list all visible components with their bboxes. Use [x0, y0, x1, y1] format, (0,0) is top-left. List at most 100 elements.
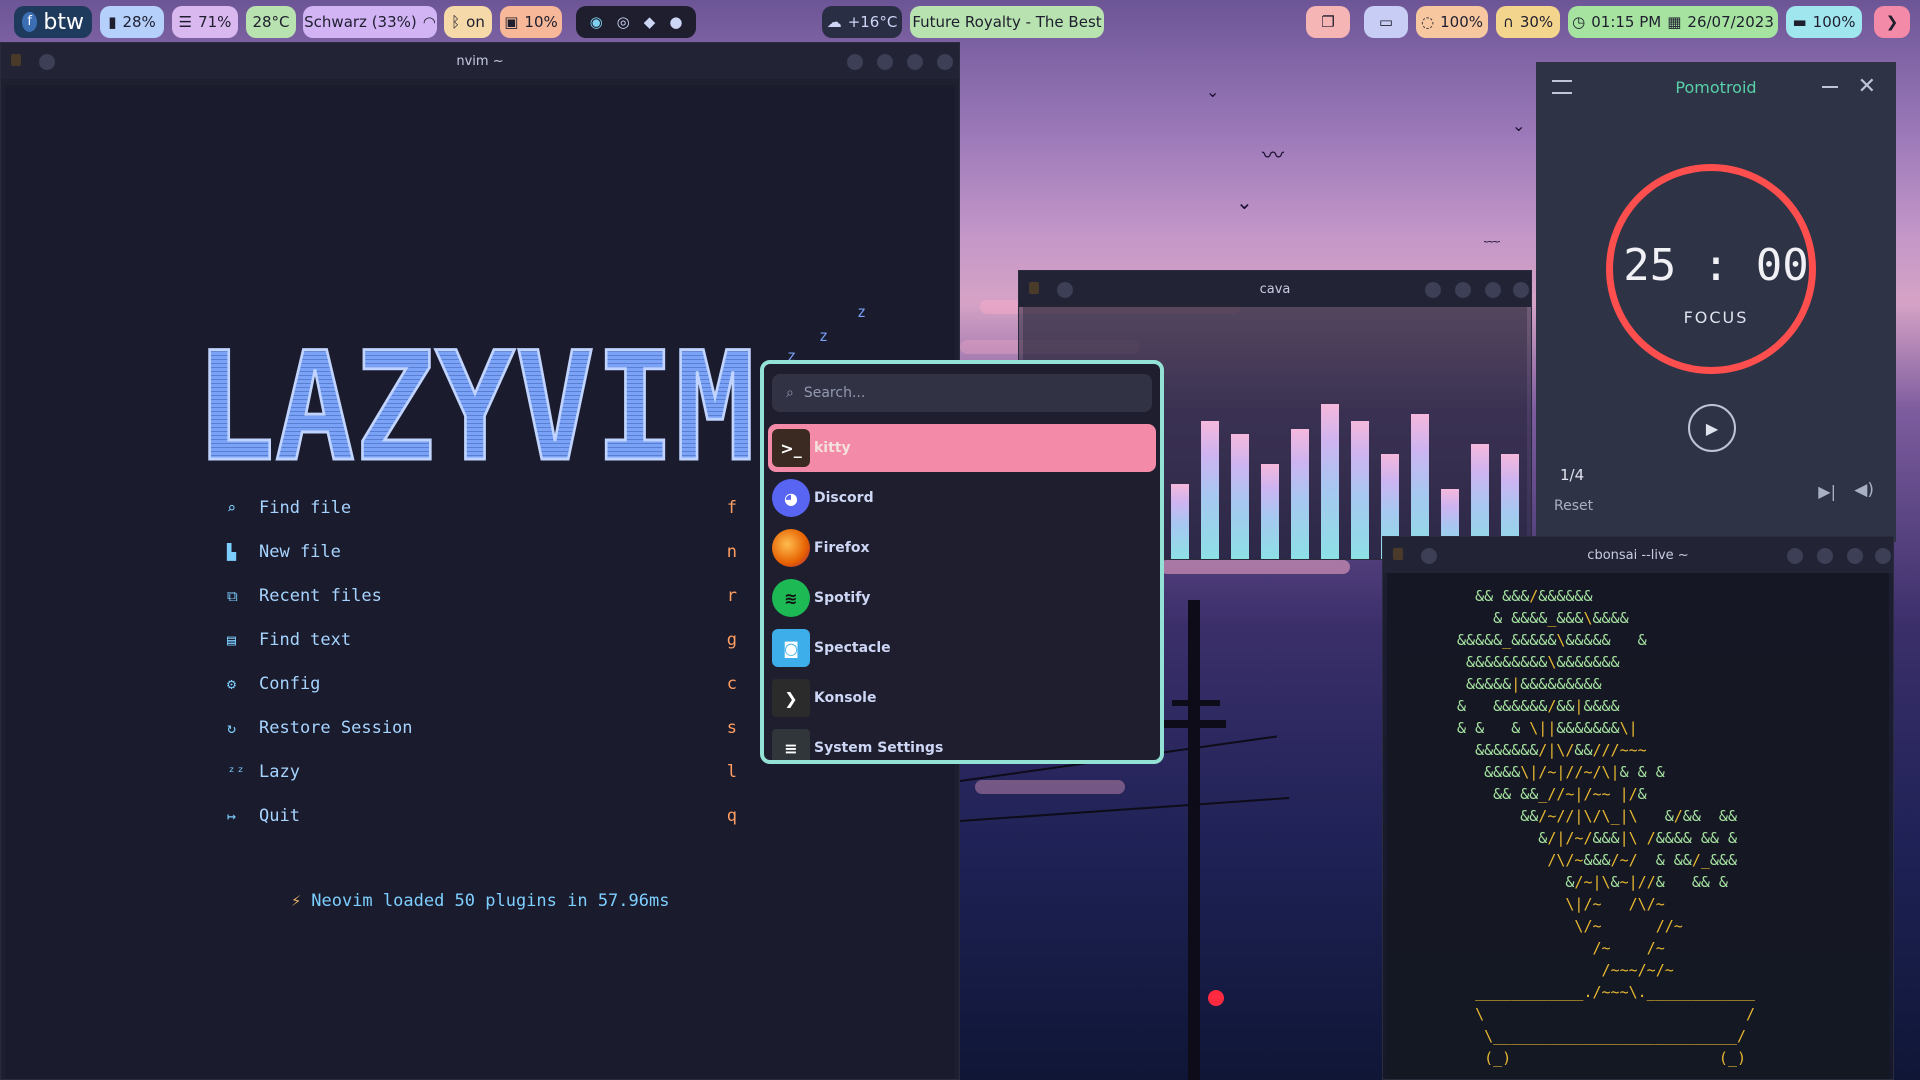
clock-icon: ◷	[1572, 13, 1586, 31]
tree-line: && &&&/&&&&&&	[1475, 587, 1593, 605]
launcher-item-system-settings[interactable]: ≡ System Settings	[768, 724, 1156, 760]
launcher-item-label: Konsole	[814, 690, 877, 706]
minimize-icon[interactable]	[1822, 86, 1838, 88]
close-button[interactable]	[937, 54, 953, 70]
tree-line: (_) (_)	[1484, 1049, 1746, 1067]
volume-icon[interactable]: ◀)	[1854, 480, 1874, 500]
dashboard-find-text[interactable]: ▤ Find text g	[227, 625, 737, 655]
launcher-item-konsole[interactable]: ❯ Konsole	[768, 674, 1156, 722]
reset-button[interactable]: Reset	[1554, 498, 1593, 514]
minimize-button[interactable]	[877, 54, 893, 70]
bluetooth-widget[interactable]: ᛒ on	[444, 6, 492, 38]
headphones-icon: ∩	[1502, 13, 1514, 31]
camera-icon: ◙	[772, 629, 810, 667]
play-button[interactable]: ▶	[1688, 404, 1736, 452]
utility-pole-arm	[1172, 700, 1220, 706]
launcher-search[interactable]: ⌕ Search...	[772, 374, 1152, 412]
tree-line: &&/~//|\/\_|\ &/&& &&	[1520, 807, 1737, 825]
tree-line: &/~|\&~|//& && &	[1565, 873, 1728, 891]
skip-icon[interactable]: ▶|	[1818, 482, 1836, 501]
microphone-icon[interactable]: ●	[669, 13, 682, 31]
launcher-item-kitty[interactable]: >_ kitty	[768, 424, 1156, 472]
gear-icon: ⚙	[227, 675, 237, 693]
file-icon: ▙	[227, 543, 237, 561]
settings-icon: ≡	[772, 729, 810, 760]
clock-widget[interactable]: ◷ 01:15 PM ▦ 26/07/2023	[1568, 6, 1778, 38]
menu-key: f	[726, 498, 737, 518]
startup-stats-text: Neovim loaded 50 plugins in 57.96ms	[311, 891, 670, 911]
dashboard-new-file[interactable]: ▙ New file n	[227, 537, 737, 567]
window-button[interactable]	[1787, 548, 1803, 564]
close-icon[interactable]: ✕	[1858, 74, 1876, 99]
menu-key: r	[726, 586, 737, 606]
menu-label: Recent files	[259, 586, 382, 606]
bonsai-tree: && &&&/&&&&&& & &&&&_&&&\&&&& &&&&&_&&&&…	[1457, 585, 1755, 1069]
weather-widget[interactable]: ☁ +16°C	[822, 6, 902, 38]
brightness-widget[interactable]: ◌ 100%	[1416, 6, 1488, 38]
battery-device-widget[interactable]: ▮ 28%	[100, 6, 164, 38]
menu-key: q	[726, 806, 737, 826]
memory-icon: ☰	[178, 13, 193, 31]
bird-icon: ⌄	[1206, 82, 1220, 101]
window-pin-button[interactable]	[39, 54, 55, 70]
history-icon: ⧉	[227, 587, 238, 605]
app-tray-icon[interactable]: ◉	[590, 13, 603, 31]
screenshot-button[interactable]: ▭	[1364, 6, 1408, 38]
dashboard-config[interactable]: ⚙ Config c	[227, 669, 737, 699]
dashboard-quit[interactable]: ↦ Quit q	[227, 801, 737, 831]
tree-line: &/|/~/&&&|\ /&&&& && &	[1538, 829, 1737, 847]
close-button[interactable]	[1513, 282, 1529, 298]
power-button[interactable]: ❯	[1874, 6, 1910, 38]
lazyvim-logo: LAZYVIM	[195, 335, 755, 470]
sleep-z: z	[819, 327, 829, 345]
window-pin-button[interactable]	[1421, 548, 1437, 564]
menu-key: c	[726, 674, 737, 694]
tree-line: & &&&&_&&&\&&&&	[1493, 609, 1629, 627]
launcher-item-spectacle[interactable]: ◙ Spectacle	[768, 624, 1156, 672]
dashboard-recent-files[interactable]: ⧉ Recent files r	[227, 581, 737, 611]
dashboard-restore-session[interactable]: ↻ Restore Session s	[227, 713, 737, 743]
bluetooth-icon: ᛒ	[451, 13, 461, 31]
disk-widget[interactable]: ▣ 10%	[500, 6, 562, 38]
minimize-button[interactable]	[1817, 548, 1833, 564]
screen-tray-icon[interactable]: ◎	[617, 13, 630, 31]
power-line	[959, 796, 1290, 822]
wifi-icon: ◠	[422, 13, 436, 31]
screenshot-icon: ▭	[1378, 13, 1394, 31]
battery-icon: ▬	[1792, 13, 1807, 31]
window-app-icon	[11, 54, 21, 66]
maximize-button[interactable]	[1485, 282, 1501, 298]
media-widget[interactable]: Future Royalty - The Best	[910, 6, 1104, 38]
temperature-widget[interactable]: 28°C	[246, 6, 296, 38]
menu-label: Restore Session	[259, 718, 413, 738]
calendar-icon: ▦	[1667, 13, 1682, 31]
memory-widget[interactable]: ☰ 71%	[172, 6, 238, 38]
power-icon: ❯	[1885, 13, 1899, 31]
battery-widget[interactable]: ▬ 100%	[1786, 6, 1862, 38]
launcher-item-discord[interactable]: ◕ Discord	[768, 474, 1156, 522]
window-title: cbonsai --live ~	[1587, 547, 1689, 563]
window-button[interactable]	[847, 54, 863, 70]
dashboard-lazy[interactable]: ᶻᶻ Lazy l	[227, 757, 737, 787]
maximize-button[interactable]	[907, 54, 923, 70]
tree-line: \___________________________/	[1484, 1027, 1746, 1045]
maximize-button[interactable]	[1847, 548, 1863, 564]
window-switch-button[interactable]: ❐	[1306, 6, 1350, 38]
volume-widget[interactable]: ∩ 30%	[1496, 6, 1560, 38]
bird-icon: ⌄	[1512, 116, 1526, 135]
launcher-item-label: Spectacle	[814, 640, 891, 656]
minimize-button[interactable]	[1455, 282, 1471, 298]
window-button[interactable]	[1425, 282, 1441, 298]
wifi-widget[interactable]: Schwarz (33%) ◠	[303, 6, 437, 38]
dashboard-find-file[interactable]: ⌕ Find file f	[227, 493, 737, 523]
window-pin-button[interactable]	[1057, 282, 1073, 298]
top-bar: f btw ▮ 28% ☰ 71% 28°C Schwarz (33%) ◠ ᛒ on …	[0, 0, 1920, 44]
discord-tray-icon[interactable]: ◆	[644, 13, 656, 31]
app-launcher: ⌕ Search... >_ kitty ◕ Discord Firefox ≋…	[760, 360, 1164, 764]
sleep-icon: ᶻᶻ	[227, 763, 246, 781]
launcher-item-spotify[interactable]: ≋ Spotify	[768, 574, 1156, 622]
close-button[interactable]	[1875, 548, 1891, 564]
battery-value: 100%	[1812, 13, 1856, 31]
launcher-item-firefox[interactable]: Firefox	[768, 524, 1156, 572]
distro-widget[interactable]: f btw	[14, 6, 92, 38]
